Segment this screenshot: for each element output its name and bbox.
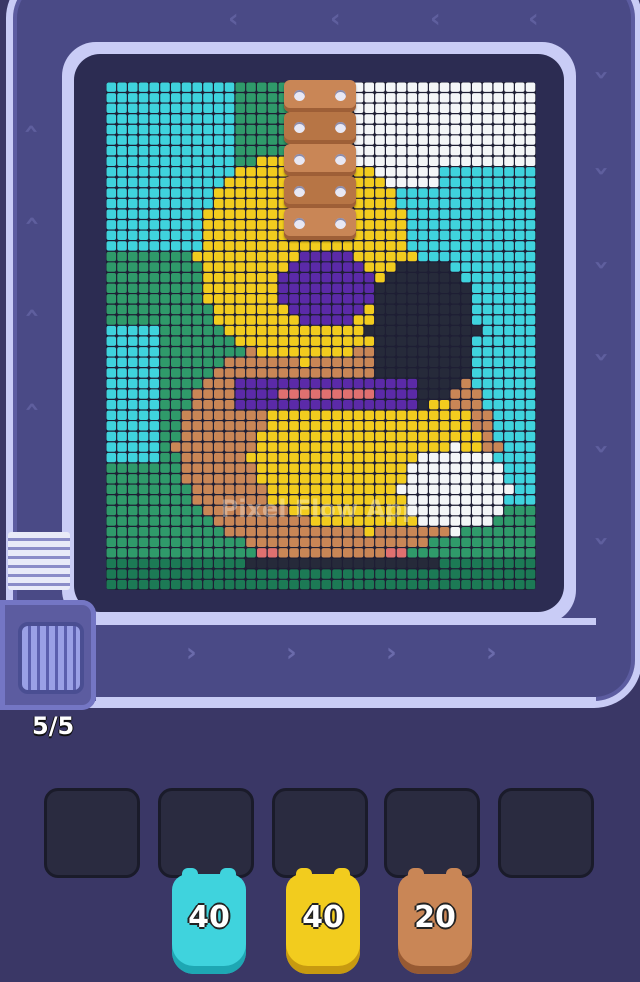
slot-5[interactable]	[498, 788, 594, 878]
slot-3[interactable]	[272, 788, 368, 878]
ammo-counter: 5/5	[32, 712, 75, 740]
arrow-down-icon: ›	[16, 401, 47, 413]
ear-icon	[220, 868, 236, 886]
peg-block[interactable]	[284, 176, 356, 208]
peg-block[interactable]	[284, 80, 356, 112]
arrow-down-icon: ‹	[16, 123, 47, 135]
shooter-brown[interactable]: 20	[398, 868, 472, 974]
peg-block[interactable]	[284, 208, 356, 240]
ear-icon	[296, 868, 312, 886]
bottom-conveyor	[96, 618, 596, 704]
ear-icon	[334, 868, 350, 886]
slot-2[interactable]	[158, 788, 254, 878]
shooter-cyan[interactable]: 40	[172, 868, 246, 974]
arrow-up-icon: ›	[586, 443, 617, 455]
ear-icon	[446, 868, 462, 886]
arrow-left-icon: ‹	[528, 4, 539, 34]
arrow-up-icon: ›	[586, 69, 617, 81]
arrow-down-icon: ›	[16, 215, 47, 227]
arrow-down-icon: ›	[16, 307, 47, 319]
peg-block[interactable]	[284, 144, 356, 176]
arrow-up-icon: ›	[586, 259, 617, 271]
arrow-up-icon: ›	[586, 351, 617, 363]
shooter-yellow[interactable]: 40	[286, 868, 360, 974]
arrow-right-icon: ›	[286, 638, 297, 668]
slot-1[interactable]	[44, 788, 140, 878]
arrow-left-icon: ‹	[330, 4, 341, 34]
ear-icon	[182, 868, 198, 886]
watermark: Pixel Flow App	[220, 495, 420, 523]
arrow-left-icon: ‹	[228, 4, 239, 34]
peg-block[interactable]	[284, 112, 356, 144]
arrow-left-icon: ‹	[430, 4, 441, 34]
arrow-right-icon: ›	[486, 638, 497, 668]
arrow-up-icon: ›	[586, 165, 617, 177]
arrow-right-icon: ›	[186, 638, 197, 668]
ear-icon	[408, 868, 424, 886]
stack-pad	[8, 532, 70, 590]
shooter-count: 40	[302, 900, 344, 935]
arrow-up-icon: ›	[586, 535, 617, 547]
arrow-right-icon: ›	[386, 638, 397, 668]
shooter-count: 40	[188, 900, 230, 935]
shooter-count: 20	[414, 900, 456, 935]
slot-4[interactable]	[384, 788, 480, 878]
ammo-coil	[18, 622, 84, 694]
